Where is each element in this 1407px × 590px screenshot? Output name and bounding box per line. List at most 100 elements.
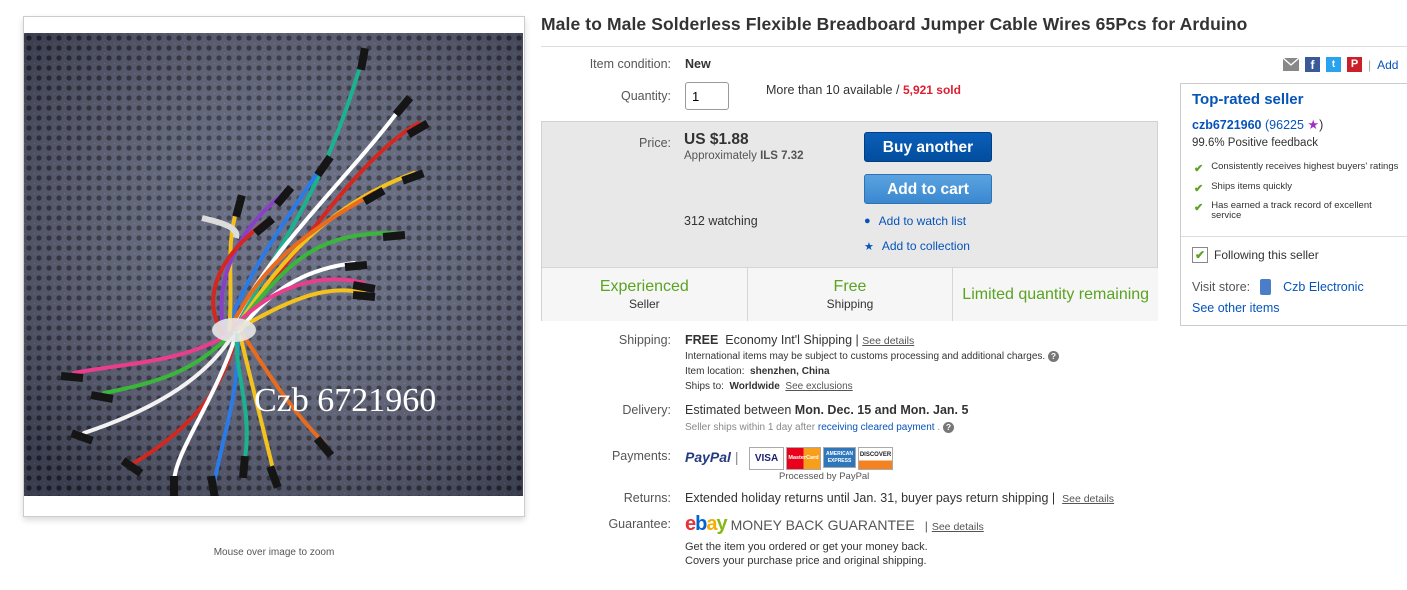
guarantee-see-details-link[interactable]: See details <box>932 521 984 533</box>
check-icon: ✔ <box>1194 183 1204 195</box>
intl-note: International items may be subject to cu… <box>685 351 1059 362</box>
feature-text: Ships items quickly <box>1211 181 1292 192</box>
store-link[interactable]: Czb Electronic <box>1283 280 1364 294</box>
returns-text: Extended holiday returns until Jan. 31, … <box>685 491 1049 505</box>
feature-text: Consistently receives highest buyers' ra… <box>1211 161 1399 172</box>
money-back-guarantee: MONEY BACK GUARANTEE <box>730 517 915 533</box>
availability-text: More than 10 available <box>766 83 893 97</box>
availability-sep: / <box>895 83 900 97</box>
feature-text: Has earned a track record of excellent s… <box>1211 200 1372 221</box>
card-logos: VISA MasterCard AMERICAN EXPRESS DISCOVE… <box>749 447 893 470</box>
delivery-line: Estimated between Mon. Dec. 15 and Mon. … <box>685 403 968 417</box>
delivery-label: Delivery: <box>622 403 671 417</box>
payments-label: Payments: <box>611 449 671 463</box>
follow-row[interactable]: ✔ Following this seller <box>1192 247 1319 263</box>
returns-sep: | <box>1051 491 1056 505</box>
pinterest-icon[interactable]: P <box>1347 57 1362 72</box>
buy-another-button[interactable]: Buy another <box>864 132 992 162</box>
share-bar: f t P | Add <box>1282 57 1398 72</box>
badge-free-shipping: Free Shipping <box>748 268 954 321</box>
watching-count: 312 watching <box>684 214 758 228</box>
returns-line: Extended holiday returns until Jan. 31, … <box>685 491 1114 505</box>
intl-note-text: International items may be subject to cu… <box>685 351 1046 363</box>
mastercard-icon: MasterCard <box>786 447 821 470</box>
badge-subtitle: Seller <box>628 297 660 311</box>
title-divider <box>541 46 1407 47</box>
following-label: Following this seller <box>1214 248 1319 262</box>
availability-line: More than 10 available / 5,921 sold <box>766 83 961 97</box>
seller-name-link[interactable]: czb6721960 <box>1192 118 1262 132</box>
price-value: US $1.88 <box>684 131 749 148</box>
add-to-cart-button[interactable]: Add to cart <box>864 174 992 204</box>
shipping-free: FREE <box>685 333 719 347</box>
star-icon: ★ <box>864 240 874 253</box>
email-icon[interactable] <box>1282 57 1300 71</box>
item-title: Male to Male Solderless Flexible Breadbo… <box>541 14 1248 34</box>
badge-subtitle: Shipping <box>826 297 874 311</box>
shipping-see-details-link[interactable]: See details <box>862 335 914 347</box>
add-to-list-link[interactable]: Add <box>1377 58 1398 72</box>
seller-feature-1: ✔ Consistently receives highest buyers' … <box>1194 161 1407 176</box>
share-sep: | <box>1368 57 1372 72</box>
badge-limited-quantity: Limited quantity remaining <box>953 268 1158 321</box>
paypal-text: PayPal <box>685 449 731 465</box>
check-icon: ✔ <box>1194 202 1204 214</box>
top-rated-heading: Top-rated seller <box>1192 91 1304 108</box>
visa-icon: VISA <box>749 447 784 470</box>
sold-count-link[interactable]: 5,921 sold <box>903 83 961 97</box>
price-label: Price: <box>639 136 671 150</box>
badge-title: Limited quantity remaining <box>962 285 1150 303</box>
seller-feature-3: ✔ Has earned a track record of excellent… <box>1194 201 1382 221</box>
quantity-label: Quantity: <box>620 89 671 103</box>
badge-title: Free <box>833 278 867 295</box>
add-to-collection-link[interactable]: Add to collection <box>882 239 970 253</box>
delivery-note: Seller ships within 1 day after receivin… <box>685 422 954 433</box>
seller-divider <box>1181 236 1407 237</box>
check-icon: ✔ <box>1194 163 1204 175</box>
processed-by-paypal: Processed by PayPal <box>779 471 870 482</box>
follow-checkbox[interactable]: ✔ <box>1192 247 1208 263</box>
item-photo[interactable]: Czb 6721960 <box>24 33 523 496</box>
help-icon[interactable]: ? <box>942 422 954 433</box>
collection-row[interactable]: ★ Add to collection <box>864 239 970 253</box>
ships-to: Ships to: Worldwide See exclusions <box>685 381 853 392</box>
returns-label: Returns: <box>623 491 671 505</box>
feedback-score-link[interactable]: (96225 <box>1265 118 1304 132</box>
condition-value: New <box>685 57 711 71</box>
paypal-logo: PayPal | <box>685 449 739 465</box>
ships-to-value: Worldwide <box>729 381 780 392</box>
approx-value: ILS 7.32 <box>760 150 804 162</box>
eye-icon: ● <box>864 215 871 227</box>
shipping-sep: | <box>855 333 859 347</box>
visit-store-label: Visit store: <box>1192 280 1251 294</box>
twitter-icon[interactable]: t <box>1326 57 1341 72</box>
delivery-note-text: Seller ships within 1 day after <box>685 422 816 434</box>
delivery-prefix: Estimated between <box>685 403 792 417</box>
guarantee-line: ebay MONEY BACK GUARANTEE | See details <box>685 513 984 536</box>
positive-feedback: 99.6% Positive feedback <box>1192 137 1318 149</box>
ships-to-label: Ships to: <box>685 381 724 392</box>
add-to-watch-list-link[interactable]: Add to watch list <box>879 214 966 228</box>
returns-see-details-link[interactable]: See details <box>1062 493 1114 505</box>
score-close: ) <box>1319 118 1324 132</box>
approx-price: Approximately ILS 7.32 <box>684 150 804 162</box>
quantity-input[interactable] <box>685 82 729 110</box>
seller-feature-2: ✔ Ships items quickly <box>1194 181 1292 196</box>
seller-name-line: czb6721960 (96225 ★) <box>1192 117 1323 133</box>
discover-icon: DISCOVER <box>858 447 893 470</box>
amex-icon: AMERICAN EXPRESS <box>823 447 856 468</box>
see-other-items-link[interactable]: See other items <box>1192 301 1280 315</box>
location-value: shenzhen, China <box>750 366 830 377</box>
guarantee-line1: Get the item you ordered or get your mon… <box>685 541 928 553</box>
facebook-icon[interactable]: f <box>1305 57 1320 72</box>
delivery-dates: Mon. Dec. 15 and Mon. Jan. 5 <box>794 403 969 417</box>
zoom-hint: Mouse over image to zoom <box>213 547 335 558</box>
help-icon[interactable]: ? <box>1047 351 1059 362</box>
image-watermark: Czb 6721960 <box>254 382 436 419</box>
see-exclusions-link[interactable]: See exclusions <box>785 381 852 392</box>
ebay-logo: ebay <box>685 513 728 535</box>
watch-list-row[interactable]: ● Add to watch list <box>864 214 966 228</box>
store-icon <box>1260 279 1272 295</box>
badge-experienced-seller: Experienced Seller <box>542 268 748 321</box>
cleared-payment-link[interactable]: receiving cleared payment <box>818 422 935 433</box>
